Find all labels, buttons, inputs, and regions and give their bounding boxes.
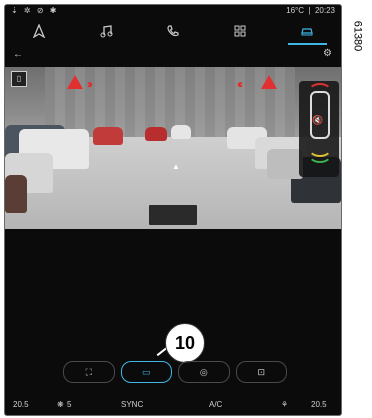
top-view-mode-button[interactable]: ⊡ [235, 361, 287, 383]
fan-left-level[interactable]: 5 [67, 400, 71, 409]
camera-mode-bar: ⛶ ▭ ◎ ⊡ [63, 361, 287, 383]
status-icons: ⇣ ✲ ⊘ ✱ [11, 6, 59, 15]
top-view-icon: ⊡ [257, 366, 266, 377]
status-bar: ⇣ ✲ ⊘ ✱ 16°C | 20:23 [5, 5, 341, 17]
temperature: 16°C [286, 6, 304, 15]
front-camera-icon: ▭ [141, 366, 151, 377]
callout-number: 10 [165, 323, 205, 363]
tab-music[interactable] [72, 17, 139, 45]
tab-navigation[interactable] [5, 17, 72, 45]
parked-car [5, 175, 27, 213]
parked-car [145, 127, 167, 141]
chevron-left-icon: ‹‹‹ [237, 77, 243, 91]
battery-icon: ▯ [11, 71, 27, 87]
camera-view: ▯ ››› ‹‹‹ ▲ 🔇 [5, 67, 341, 229]
sensor-arc [308, 145, 332, 163]
front-camera-mode-button[interactable]: ▭ [120, 361, 172, 383]
rear-camera-mode-icon: ⛶ [85, 366, 92, 377]
climate-bar: 20.5 ❋ 5 SYNC A/C ⚘ 20.5 [5, 397, 341, 415]
parked-car [171, 125, 191, 139]
parked-car [267, 149, 303, 179]
360-view-icon: ◎ [199, 366, 208, 377]
apps-icon [234, 25, 246, 37]
fan-icon: ❋ [57, 400, 64, 409]
phone-icon [167, 25, 179, 37]
mute-icon[interactable]: 🔇 [312, 115, 323, 126]
tab-phone[interactable] [139, 17, 206, 45]
center-overlay-button[interactable] [149, 205, 197, 225]
gear-icon[interactable]: ⚙ [323, 49, 333, 59]
back-button[interactable]: ← [13, 49, 23, 60]
360-view-mode-button[interactable]: ◎ [178, 361, 230, 383]
warning-icon [261, 75, 277, 89]
clock: 20:23 [314, 6, 335, 15]
rear-camera-mode-button[interactable]: ⛶ [63, 361, 115, 383]
car-icon [301, 28, 314, 36]
tab-apps[interactable] [207, 17, 274, 45]
sensor-arc [308, 83, 332, 101]
sensor-panel: 🔇 [299, 81, 339, 177]
right-temp[interactable]: 20.5 [311, 400, 327, 409]
seat-heat-icon[interactable]: ⚘ [281, 400, 288, 409]
warning-icon [67, 75, 83, 89]
screen-frame: ⇣ ✲ ⊘ ✱ 16°C | 20:23 ← ⚙ ▯ ››› ‹‹‹ ▲ 🔇 1… [4, 4, 342, 416]
tab-vehicle[interactable] [274, 17, 341, 45]
center-marker: ▲ [172, 162, 180, 171]
figure-code-text: 61380 [351, 20, 363, 52]
chevron-right-icon: ››› [87, 77, 93, 91]
sync-button[interactable]: SYNC [121, 400, 143, 409]
figure-code: 61380 [346, 6, 368, 66]
ac-button[interactable]: A/C [209, 400, 222, 409]
parked-car [93, 127, 123, 145]
music-icon [100, 25, 113, 38]
navigation-icon [32, 24, 45, 38]
status-right: 16°C | 20:23 [286, 6, 335, 15]
main-tabs [5, 17, 341, 45]
left-temp[interactable]: 20.5 [13, 400, 29, 409]
